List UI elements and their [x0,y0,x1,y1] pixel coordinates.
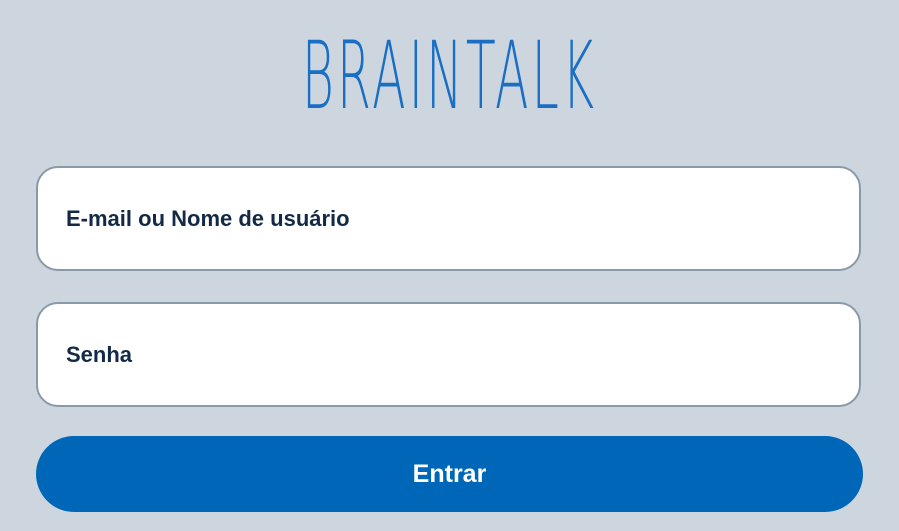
password-field-container [36,302,861,407]
password-input[interactable] [38,304,859,405]
username-input[interactable] [38,168,859,269]
username-field-container [36,166,861,271]
braintalk-logo: BRAINTALK [301,22,598,131]
login-button[interactable]: Entrar [36,436,863,512]
